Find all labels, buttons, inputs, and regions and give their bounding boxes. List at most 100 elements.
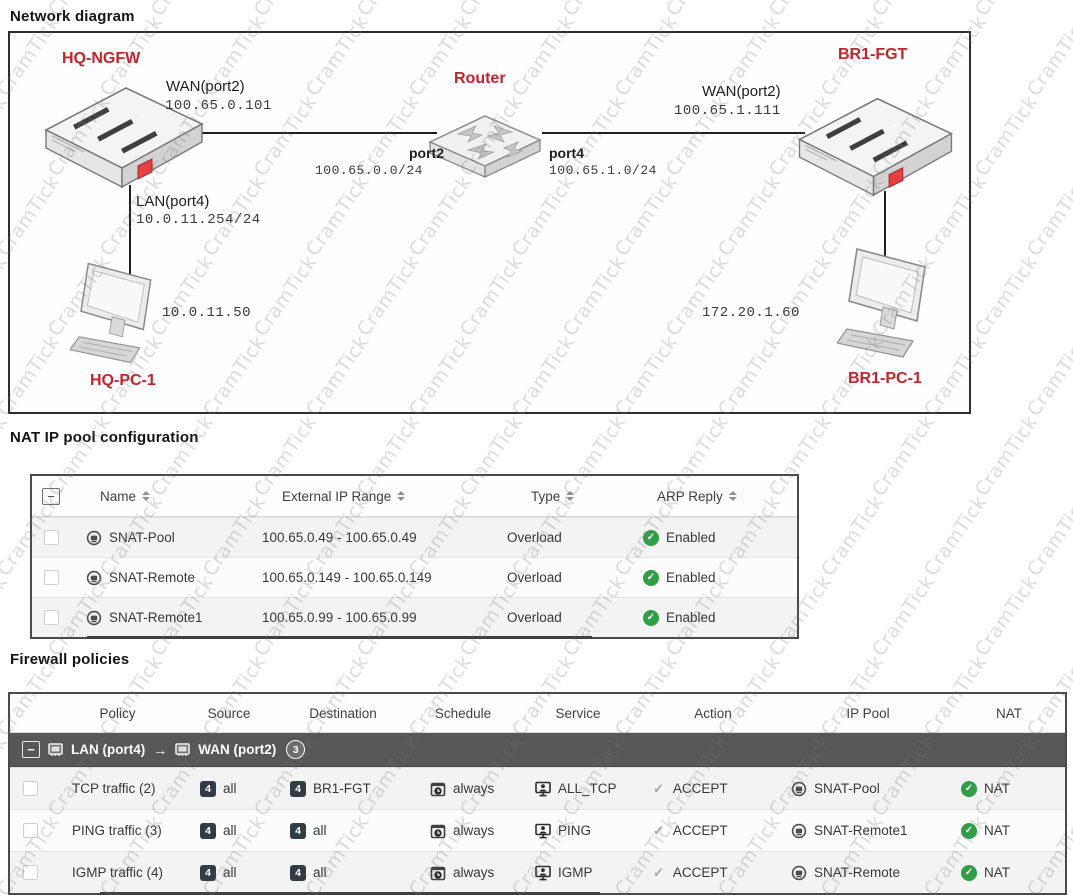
pool-external-range: 100.65.0.149 - 100.65.0.149 (262, 570, 432, 585)
hq-lan-ip: 10.0.11.254/24 (136, 212, 261, 228)
table-bottom-edge (87, 636, 592, 639)
nat-pool-row[interactable]: SNAT-Pool 100.65.0.49 - 100.65.0.49 Over… (32, 517, 797, 557)
router-port4-label: port4 (549, 145, 584, 161)
schedule-clock-icon (430, 781, 446, 797)
nat-col-name[interactable]: Name (70, 489, 260, 504)
network-diagram-title: Network diagram (10, 8, 135, 25)
watermark-text: CramTick (662, 0, 733, 20)
nat-col-type[interactable]: Type (505, 489, 635, 504)
service-icon (535, 865, 551, 881)
watermark-text: CramTick (868, 0, 939, 20)
fw-col-destination[interactable]: Destination (273, 706, 413, 721)
hq-lan-label: LAN(port4) (136, 193, 209, 210)
fw-col-ippool[interactable]: IP Pool (783, 706, 953, 721)
collapse-all-icon[interactable]: − (42, 488, 60, 505)
watermark-text: CramTick (868, 572, 939, 661)
router-label: Router (454, 70, 506, 88)
row-checkbox[interactable] (23, 865, 38, 880)
router-icon (424, 102, 546, 182)
row-checkbox[interactable] (44, 530, 59, 545)
ipv4-address-icon: 4 (200, 781, 216, 797)
accept-check-icon: ✓ (653, 865, 664, 881)
fw-col-schedule[interactable]: Schedule (413, 706, 513, 721)
policy-destination: BR1-FGT (313, 781, 371, 796)
nat-check-icon: ✓ (961, 781, 977, 797)
nat-col-arp-label: ARP Reply (657, 489, 723, 504)
watermark-text: CramTick (971, 0, 1042, 20)
row-checkbox[interactable] (23, 823, 38, 838)
firewall-policies-title: Firewall policies (10, 651, 129, 668)
group-to-interface: WAN (port2) (198, 742, 276, 757)
ipv4-address-icon: 4 (200, 865, 216, 881)
policy-source: all (223, 865, 237, 880)
nat-pool-header-row: − Name External IP Range Type ARP Reply (32, 476, 797, 517)
policy-schedule: always (453, 865, 494, 880)
arp-reply-status: Enabled (666, 610, 716, 625)
fw-col-source[interactable]: Source (185, 706, 273, 721)
nat-pool-table: − Name External IP Range Type ARP Reply (30, 474, 799, 639)
screenshot-root: Network diagram HQ-NGFW WAN(port2) 100.6… (0, 0, 1073, 895)
watermark-text: CramTick (250, 0, 321, 20)
ipv4-address-icon: 4 (200, 823, 216, 839)
policy-ip-pool: SNAT-Remote1 (814, 823, 908, 838)
policy-service: ALL_TCP (558, 781, 617, 796)
enabled-check-icon: ✓ (643, 610, 659, 626)
nat-pool-row[interactable]: SNAT-Remote 100.65.0.149 - 100.65.0.149 … (32, 557, 797, 597)
policy-nat: NAT (984, 865, 1010, 880)
br1-wan-label: WAN(port2) (702, 83, 781, 100)
policy-service: IGMP (558, 865, 593, 880)
watermark-text: CramTick (0, 412, 12, 501)
fw-col-action[interactable]: Action (643, 706, 783, 721)
service-icon (535, 781, 551, 797)
nat-check-icon: ✓ (961, 823, 977, 839)
policy-destination: all (313, 865, 327, 880)
nat-col-arp[interactable]: ARP Reply (635, 489, 797, 504)
pool-name: SNAT-Pool (109, 530, 175, 545)
watermark-text: CramTick (971, 572, 1042, 661)
policy-row[interactable]: IGMP traffic (4) 4 all 4 all always IGMP (10, 851, 1065, 893)
router-port2-net: 100.65.0.0/24 (315, 163, 423, 178)
row-checkbox[interactable] (23, 781, 38, 796)
nat-col-range[interactable]: External IP Range (260, 489, 505, 504)
nat-col-range-label: External IP Range (282, 489, 391, 504)
fw-col-service-label: Service (555, 706, 600, 721)
watermark-text: CramTick (456, 0, 527, 20)
pool-external-range: 100.65.0.99 - 100.65.0.99 (262, 610, 417, 625)
schedule-clock-icon (430, 823, 446, 839)
nat-col-name-label: Name (100, 489, 136, 504)
policy-destination: all (313, 823, 327, 838)
fw-col-nat[interactable]: NAT (953, 706, 1065, 721)
fw-col-action-label: Action (694, 706, 732, 721)
policy-row[interactable]: PING traffic (3) 4 all 4 all always PING (10, 809, 1065, 851)
hq-pc-ip: 10.0.11.50 (162, 305, 251, 321)
fw-col-service[interactable]: Service (513, 706, 643, 721)
firewall-policies-table: Policy Source Destination Schedule Servi… (8, 692, 1067, 895)
fw-col-ippool-label: IP Pool (846, 706, 889, 721)
network-diagram-canvas: HQ-NGFW WAN(port2) 100.65.0.101 LAN(port… (8, 31, 971, 414)
watermark-text: CramTick (971, 252, 1042, 341)
fw-col-destination-label: Destination (309, 706, 377, 721)
policy-group-header[interactable]: − LAN (port4) → WAN (port2) 3 (10, 733, 1065, 767)
pool-type: Overload (507, 530, 562, 545)
watermark-text: CramTick (1023, 172, 1073, 261)
hq-wan-ip: 100.65.0.101 (165, 98, 272, 114)
policy-service: PING (558, 823, 591, 838)
policy-row[interactable]: TCP traffic (2) 4 all 4 BR1-FGT always A… (10, 767, 1065, 809)
ip-pool-icon (791, 781, 807, 797)
enabled-check-icon: ✓ (643, 530, 659, 546)
row-checkbox[interactable] (44, 610, 59, 625)
service-icon (535, 823, 551, 839)
policy-source: all (223, 823, 237, 838)
watermark-text: CramTick (0, 572, 12, 661)
policy-action: ACCEPT (673, 781, 728, 796)
fw-col-source-label: Source (208, 706, 251, 721)
row-checkbox[interactable] (44, 570, 59, 585)
fw-col-policy[interactable]: Policy (50, 706, 185, 721)
nat-pool-row[interactable]: SNAT-Remote1 100.65.0.99 - 100.65.0.99 O… (32, 597, 797, 637)
policy-name: IGMP traffic (4) (72, 865, 163, 880)
policy-ip-pool: SNAT-Remote (814, 865, 900, 880)
watermark-text: CramTick (868, 412, 939, 501)
hq-pc-label: HQ-PC-1 (90, 372, 156, 390)
br1-pc-ip: 172.20.1.60 (702, 305, 800, 321)
group-collapse-icon[interactable]: − (22, 741, 40, 758)
